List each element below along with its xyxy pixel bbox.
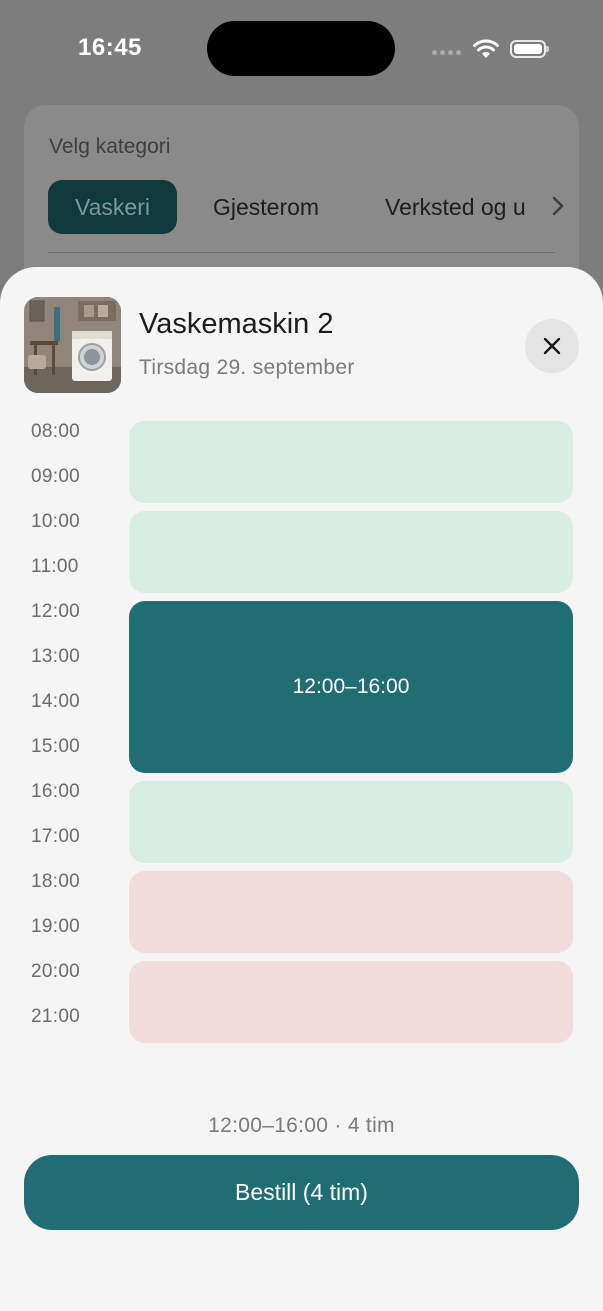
status-time: 16:45: [78, 34, 142, 61]
hour-label: 21:00: [31, 1006, 81, 1027]
signal-dots-icon: [432, 50, 461, 55]
hour-label: 19:00: [31, 916, 81, 937]
time-slot-available[interactable]: [129, 421, 573, 503]
time-slot-selected[interactable]: 12:00–16:00: [129, 601, 573, 773]
status-icons: [430, 36, 554, 64]
status-bar: 16:45: [0, 0, 603, 100]
hour-label: 14:00: [31, 691, 81, 712]
hour-label: 08:00: [31, 421, 81, 442]
time-slot-unavailable: [129, 871, 573, 953]
hour-label: 20:00: [31, 961, 81, 982]
wifi-icon: [473, 39, 499, 58]
date-subtitle: Tirsdag 29. september: [139, 356, 355, 379]
category-panel-title: Velg kategori: [49, 135, 171, 158]
time-slot-available[interactable]: [129, 511, 573, 593]
hour-label: 13:00: [31, 646, 81, 667]
chevron-right-icon[interactable]: [551, 195, 565, 217]
divider: [48, 252, 555, 253]
hour-label: 18:00: [31, 871, 81, 892]
booking-summary: 12:00–16:00 · 4 tim: [208, 1114, 395, 1137]
hour-label: 09:00: [31, 466, 81, 487]
dynamic-island: [207, 21, 395, 76]
hour-label: 16:00: [31, 781, 81, 802]
hour-label: 12:00: [31, 601, 81, 622]
selected-slot-label: 12:00–16:00: [292, 675, 410, 698]
close-icon: [543, 337, 561, 355]
hour-label: 11:00: [31, 556, 79, 577]
hour-label: 15:00: [31, 736, 81, 757]
hour-label: 17:00: [31, 826, 81, 847]
washing-machine-photo: [24, 297, 121, 393]
hour-label: 10:00: [31, 511, 81, 532]
category-chips: Vaskeri Gjesterom Verksted og u: [48, 180, 568, 234]
battery-icon: [510, 40, 549, 58]
time-slot-available[interactable]: [129, 781, 573, 863]
time-slot-unavailable: [129, 961, 573, 1043]
category-chip-vaskeri[interactable]: Vaskeri: [48, 180, 177, 234]
category-chip-verksted[interactable]: Verksted og u: [385, 180, 526, 234]
resource-title: Vaskemaskin 2: [139, 308, 334, 340]
close-button[interactable]: [525, 319, 579, 373]
category-chip-gjesterom[interactable]: Gjesterom: [213, 180, 319, 234]
book-button[interactable]: Bestill (4 tim): [24, 1155, 579, 1230]
booking-sheet: Vaskemaskin 2 Tirsdag 29. september 08:0…: [0, 267, 603, 1311]
